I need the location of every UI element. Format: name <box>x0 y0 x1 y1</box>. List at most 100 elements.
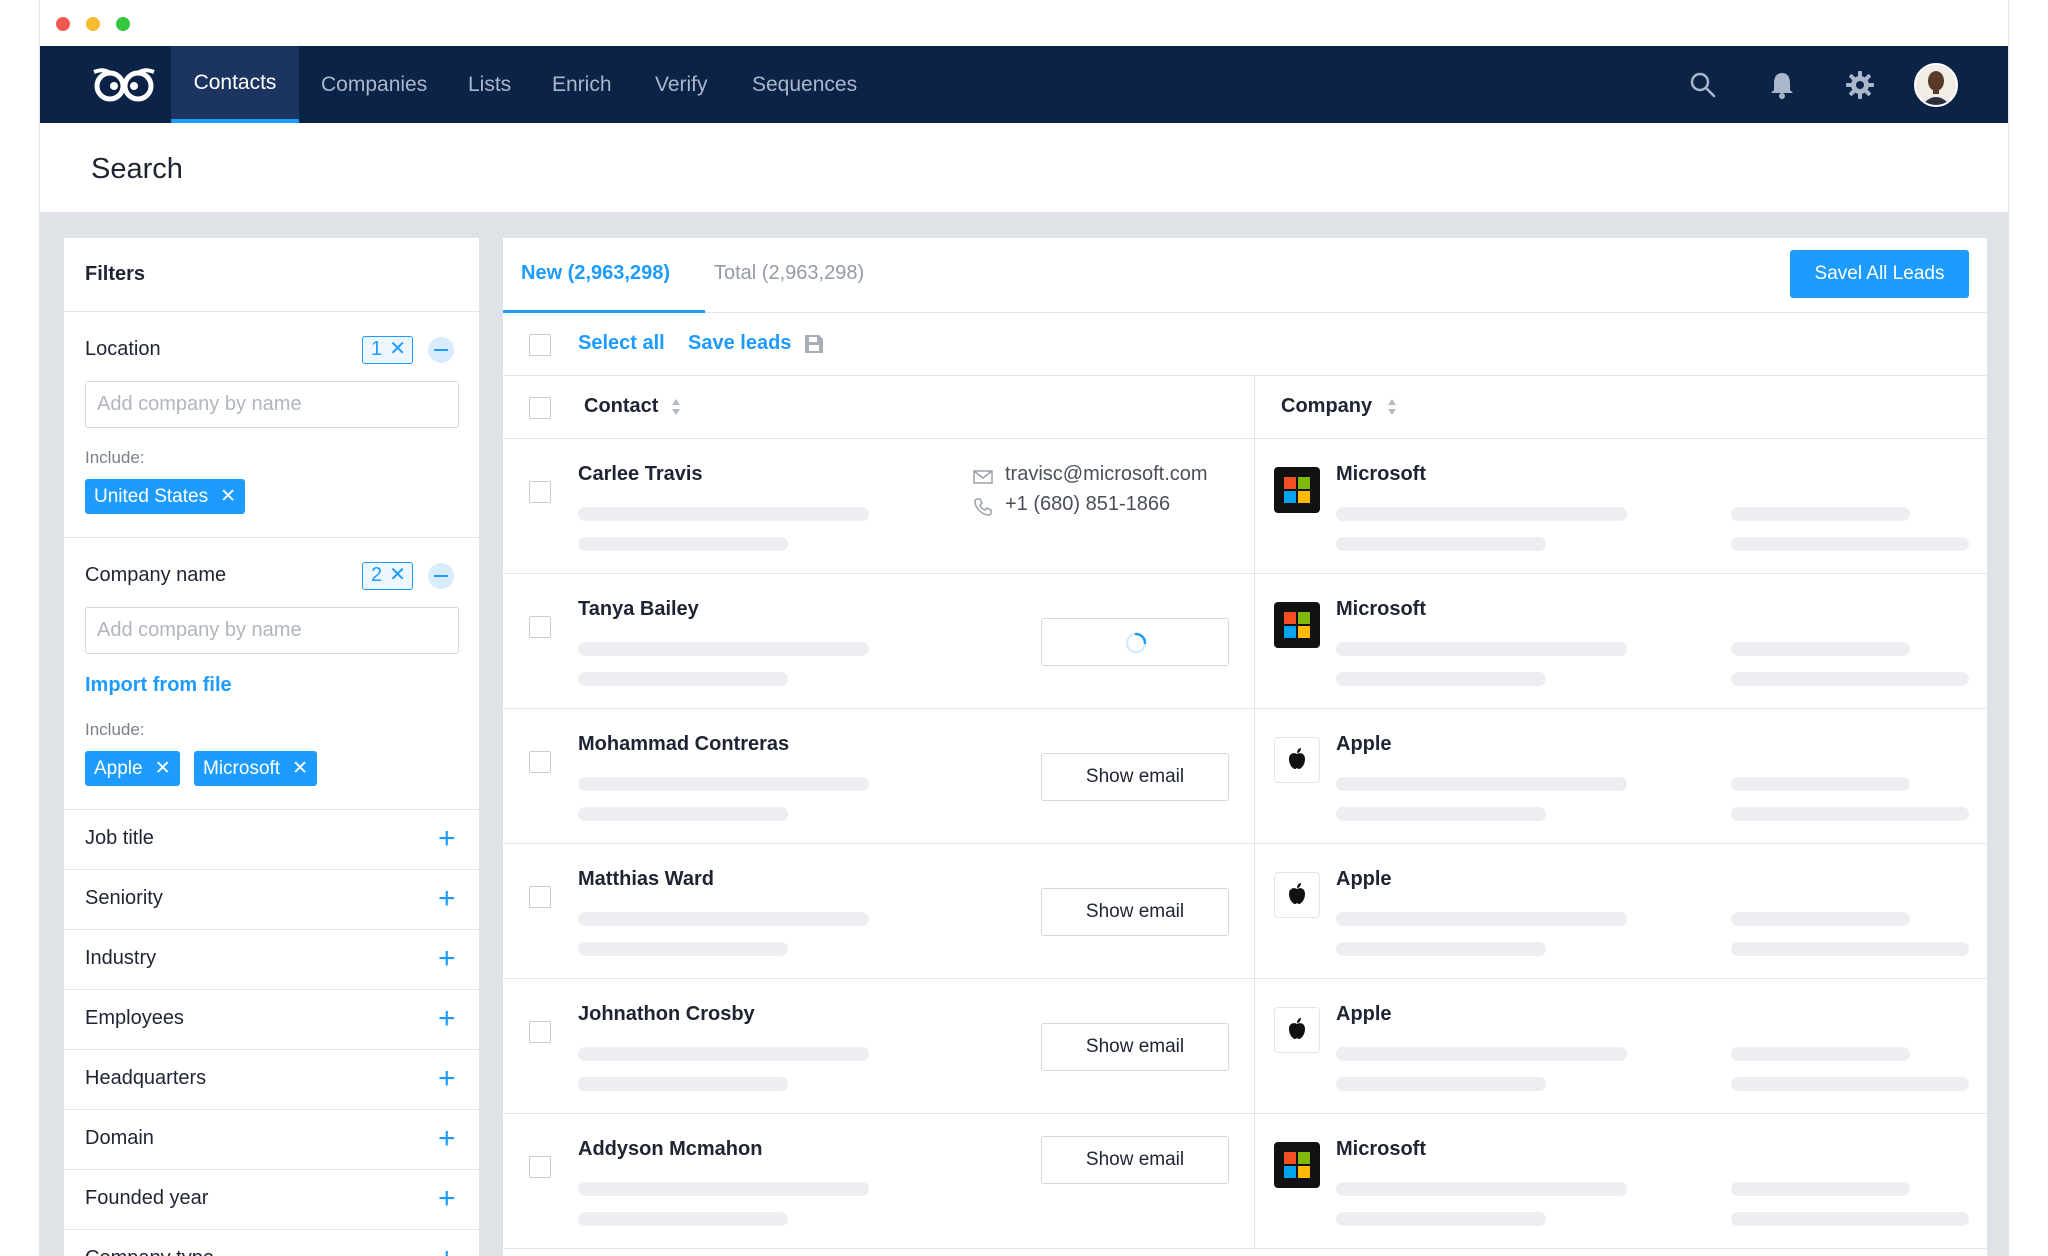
nav-verify[interactable]: Verify <box>655 46 708 123</box>
company-name[interactable]: Microsoft <box>1336 1138 1426 1161</box>
filter-job-title[interactable]: Job title + <box>64 810 479 870</box>
filter-employees[interactable]: Employees + <box>64 990 479 1050</box>
save-leads-link[interactable]: Save leads <box>688 332 791 355</box>
clear-location-icon[interactable]: ✕ <box>389 337 406 362</box>
microsoft-logo-icon <box>1274 1142 1320 1188</box>
minimize-window-button[interactable] <box>86 17 100 31</box>
search-icon[interactable] <box>1688 70 1718 100</box>
user-avatar[interactable] <box>1914 63 1958 107</box>
save-all-leads-button[interactable]: Savel All Leads <box>1790 250 1969 298</box>
owl-logo-icon[interactable] <box>90 64 158 106</box>
nav-sequences[interactable]: Sequences <box>752 46 857 123</box>
remove-tag-icon[interactable]: ✕ <box>220 479 236 514</box>
save-icon[interactable] <box>803 333 825 355</box>
nav-lists[interactable]: Lists <box>468 46 511 123</box>
skeleton-line <box>578 942 788 956</box>
filter-company-type[interactable]: Company type + <box>64 1230 479 1256</box>
nav-companies[interactable]: Companies <box>321 46 427 123</box>
expand-plus-icon[interactable]: + <box>438 884 456 914</box>
table-row[interactable]: Johnathon Crosby Show email Apple <box>503 979 1987 1114</box>
company-name[interactable]: Apple <box>1336 733 1392 756</box>
filter-domain[interactable]: Domain + <box>64 1110 479 1170</box>
row-checkbox[interactable] <box>529 481 551 503</box>
close-window-button[interactable] <box>56 17 70 31</box>
contact-name[interactable]: Mohammad Contreras <box>578 733 789 756</box>
clear-company-icon[interactable]: ✕ <box>389 563 406 588</box>
row-checkbox[interactable] <box>529 751 551 773</box>
bulk-select-checkbox[interactable] <box>529 334 551 356</box>
company-name[interactable]: Microsoft <box>1336 598 1426 621</box>
expand-plus-icon[interactable]: + <box>438 1004 456 1034</box>
remove-tag-icon[interactable]: ✕ <box>155 751 171 786</box>
table-row[interactable]: Mohammad Contreras Show email Apple <box>503 709 1987 844</box>
table-row[interactable]: Carlee Travis travisc@microsoft.com +1 (… <box>503 439 1987 574</box>
nav-contacts[interactable]: Contacts <box>171 46 299 123</box>
filter-seniority[interactable]: Seniority + <box>64 870 479 930</box>
select-all-link[interactable]: Select all <box>578 332 665 355</box>
table-row[interactable]: Addyson Mcmahon Show email Microsoft <box>503 1114 1987 1249</box>
tab-total[interactable]: Total (2,963,298) <box>714 262 864 285</box>
collapse-location-button[interactable] <box>428 337 454 363</box>
column-divider <box>1254 376 1255 438</box>
microsoft-logo-icon <box>1274 467 1320 513</box>
company-count-chip[interactable]: 2 ✕ <box>362 562 413 590</box>
sort-icon[interactable] <box>670 396 682 418</box>
column-contact[interactable]: Contact <box>584 395 658 418</box>
top-navbar: Contacts Companies Lists Enrich Verify S… <box>40 46 2008 123</box>
sort-icon[interactable] <box>1386 396 1398 418</box>
company-tag-microsoft[interactable]: Microsoft ✕ <box>194 751 318 786</box>
tab-new[interactable]: New (2,963,298) <box>521 262 670 285</box>
filter-company-name: Company name 2 ✕ Import from file Includ… <box>64 538 479 810</box>
filter-headquarters[interactable]: Headquarters + <box>64 1050 479 1110</box>
contact-name[interactable]: Tanya Bailey <box>578 598 699 621</box>
contact-name[interactable]: Johnathon Crosby <box>578 1003 755 1026</box>
skeleton-line <box>1336 672 1546 686</box>
contact-name[interactable]: Carlee Travis <box>578 463 703 486</box>
expand-plus-icon[interactable]: + <box>438 824 456 854</box>
company-name[interactable]: Apple <box>1336 868 1392 891</box>
filter-founded-year[interactable]: Founded year + <box>64 1170 479 1230</box>
row-checkbox[interactable] <box>529 1021 551 1043</box>
expand-plus-icon[interactable]: + <box>438 944 456 974</box>
loading-email-button[interactable] <box>1041 618 1229 666</box>
contact-phone[interactable]: +1 (680) 851-1866 <box>1005 493 1170 516</box>
company-tag-apple[interactable]: Apple ✕ <box>85 751 180 786</box>
contact-email[interactable]: travisc@microsoft.com <box>1005 463 1208 486</box>
expand-plus-icon[interactable]: + <box>438 1064 456 1094</box>
show-email-button[interactable]: Show email <box>1041 888 1229 936</box>
company-name[interactable]: Apple <box>1336 1003 1392 1026</box>
show-email-button[interactable]: Show email <box>1041 1136 1229 1184</box>
filter-industry[interactable]: Industry + <box>64 930 479 990</box>
expand-plus-icon[interactable]: + <box>438 1184 456 1214</box>
show-email-button[interactable]: Show email <box>1041 753 1229 801</box>
row-checkbox[interactable] <box>529 1156 551 1178</box>
location-tag[interactable]: United States ✕ <box>85 479 246 514</box>
location-search-input[interactable] <box>85 381 459 428</box>
gear-icon[interactable] <box>1845 70 1875 100</box>
skeleton-line <box>1336 1212 1546 1226</box>
bell-icon[interactable] <box>1767 70 1797 100</box>
table-row[interactable]: Matthias Ward Show email Apple <box>503 844 1987 979</box>
mail-icon <box>973 470 993 484</box>
maximize-window-button[interactable] <box>116 17 130 31</box>
show-email-button[interactable]: Show email <box>1041 1023 1229 1071</box>
table-row[interactable]: Tanya Bailey Microsoft <box>503 574 1987 709</box>
location-count-chip[interactable]: 1 ✕ <box>362 336 413 364</box>
contact-name[interactable]: Addyson Mcmahon <box>578 1138 762 1161</box>
collapse-company-button[interactable] <box>428 563 454 589</box>
column-company[interactable]: Company <box>1281 395 1372 418</box>
remove-tag-icon[interactable]: ✕ <box>292 751 308 786</box>
nav-enrich[interactable]: Enrich <box>552 46 612 123</box>
expand-plus-icon[interactable]: + <box>438 1124 456 1154</box>
company-search-input[interactable] <box>85 607 459 654</box>
header-select-checkbox[interactable] <box>529 397 551 419</box>
filter-label: Headquarters <box>85 1067 207 1089</box>
skeleton-line <box>1336 507 1627 521</box>
expand-plus-icon[interactable]: + <box>438 1244 456 1256</box>
company-name[interactable]: Microsoft <box>1336 463 1426 486</box>
contact-name[interactable]: Matthias Ward <box>578 868 714 891</box>
row-checkbox[interactable] <box>529 616 551 638</box>
row-checkbox[interactable] <box>529 886 551 908</box>
phone-icon <box>974 498 992 516</box>
import-from-file-link[interactable]: Import from file <box>85 674 232 697</box>
